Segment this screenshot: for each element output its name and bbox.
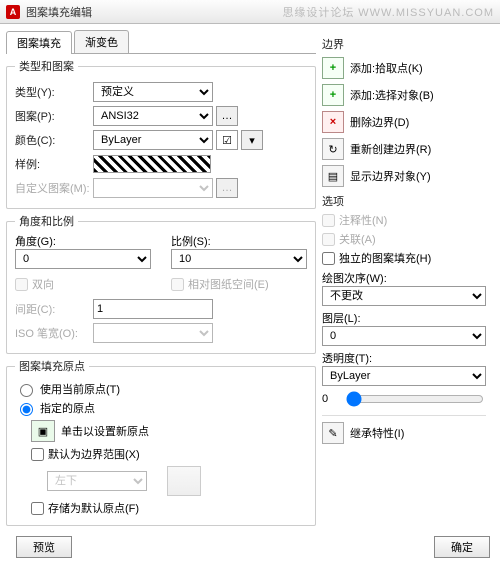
tab-strip: 图案填充 渐变色: [6, 30, 316, 54]
show-boundary-button[interactable]: ▤显示边界对象(Y): [322, 165, 486, 187]
inherit-button[interactable]: ✎继承特性(I): [322, 422, 486, 444]
group-origin: 图案填充原点 使用当前原点(T) 指定的原点 ▣ 单击以设置新原点 默认为边界范…: [6, 358, 316, 526]
recreate-icon: ↻: [322, 138, 344, 160]
type-select[interactable]: 预定义: [93, 82, 213, 102]
watermark: 思缘设计论坛 WWW.MISSYUAN.COM: [282, 4, 494, 20]
app-icon: A: [6, 5, 20, 19]
spacing-label: 间距(C):: [15, 301, 93, 317]
origin-current-radio[interactable]: [20, 384, 33, 397]
remove-boundary-button[interactable]: 删除边界(D): [322, 111, 486, 133]
set-origin-label: 单击以设置新原点: [61, 423, 149, 439]
add-select-button[interactable]: 添加:选择对象(B): [322, 84, 486, 106]
title-bar: A 图案填充编辑 思缘设计论坛 WWW.MISSYUAN.COM: [0, 0, 500, 24]
recreate-boundary-button[interactable]: ↻重新创建边界(R): [322, 138, 486, 160]
group-angle-scale: 角度和比例 角度(G): 0 比例(S): 10 双向 相对图纸空间(E) 间距…: [6, 213, 316, 354]
legend-angle-scale: 角度和比例: [15, 213, 78, 229]
transparency-value: 0: [322, 393, 340, 405]
tab-gradient[interactable]: 渐变色: [74, 30, 129, 53]
pattern-browse-button[interactable]: …: [216, 106, 238, 126]
transparency-select[interactable]: ByLayer: [322, 366, 486, 386]
extent-select: 左下: [47, 471, 147, 491]
origin-preview-icon: [167, 466, 201, 496]
paperspace-checkbox: [171, 278, 184, 291]
scale-label: 比例(S):: [171, 233, 307, 249]
transparency-slider[interactable]: [346, 391, 484, 407]
double-checkbox: [15, 278, 28, 291]
layer-label: 图层(L):: [322, 310, 486, 326]
pattern-select[interactable]: ANSI32: [93, 106, 213, 126]
boundary-title: 边界: [322, 36, 486, 52]
type-label: 类型(Y):: [15, 84, 93, 100]
plus-icon: [322, 57, 344, 79]
separator: [322, 415, 486, 416]
annotative-checkbox: [322, 214, 335, 227]
associative-checkbox: [322, 233, 335, 246]
angle-label: 角度(G):: [15, 233, 151, 249]
color-dropdown-button[interactable]: ▾: [241, 130, 263, 150]
angle-select[interactable]: 0: [15, 249, 151, 269]
store-origin-checkbox[interactable]: [31, 502, 44, 515]
dialog-footer: 预览 确定: [0, 530, 500, 568]
x-icon: [322, 111, 344, 133]
plus-icon: [322, 84, 344, 106]
options-title: 选项: [322, 193, 486, 209]
layer-select[interactable]: 0: [322, 326, 486, 346]
custom-pattern-label: 自定义图案(M):: [15, 180, 93, 196]
legend-origin: 图案填充原点: [15, 358, 89, 374]
inherit-icon: ✎: [322, 422, 344, 444]
isopen-label: ISO 笔宽(O):: [15, 325, 93, 341]
default-extent-checkbox[interactable]: [31, 448, 44, 461]
color-label: 颜色(C):: [15, 132, 93, 148]
color-select[interactable]: ByLayer: [93, 130, 213, 150]
group-type-pattern: 类型和图案 类型(Y): 预定义 图案(P): ANSI32 … 颜色(C): …: [6, 58, 316, 209]
pattern-label: 图案(P):: [15, 108, 93, 124]
legend-type-pattern: 类型和图案: [15, 58, 78, 74]
independent-checkbox[interactable]: [322, 252, 335, 265]
sample-label: 样例:: [15, 156, 93, 172]
isopen-select: [93, 323, 213, 343]
preview-button[interactable]: 预览: [16, 536, 72, 558]
window-title: 图案填充编辑: [26, 4, 282, 20]
ok-button[interactable]: 确定: [434, 536, 490, 558]
scale-select[interactable]: 10: [171, 249, 307, 269]
custom-pattern-browse: …: [216, 178, 238, 198]
set-origin-button[interactable]: ▣: [31, 420, 55, 442]
custom-pattern-select: [93, 178, 213, 198]
draworder-select[interactable]: 不更改: [322, 286, 486, 306]
spacing-input[interactable]: [93, 299, 213, 319]
transparency-label: 透明度(T):: [322, 350, 486, 366]
color-swatch-button[interactable]: ☑: [216, 130, 238, 150]
origin-specified-radio[interactable]: [20, 403, 33, 416]
add-pickpoint-button[interactable]: 添加:拾取点(K): [322, 57, 486, 79]
draworder-label: 绘图次序(W):: [322, 270, 486, 286]
sample-swatch[interactable]: [93, 155, 211, 173]
eye-icon: ▤: [322, 165, 344, 187]
tab-hatch[interactable]: 图案填充: [6, 31, 72, 54]
